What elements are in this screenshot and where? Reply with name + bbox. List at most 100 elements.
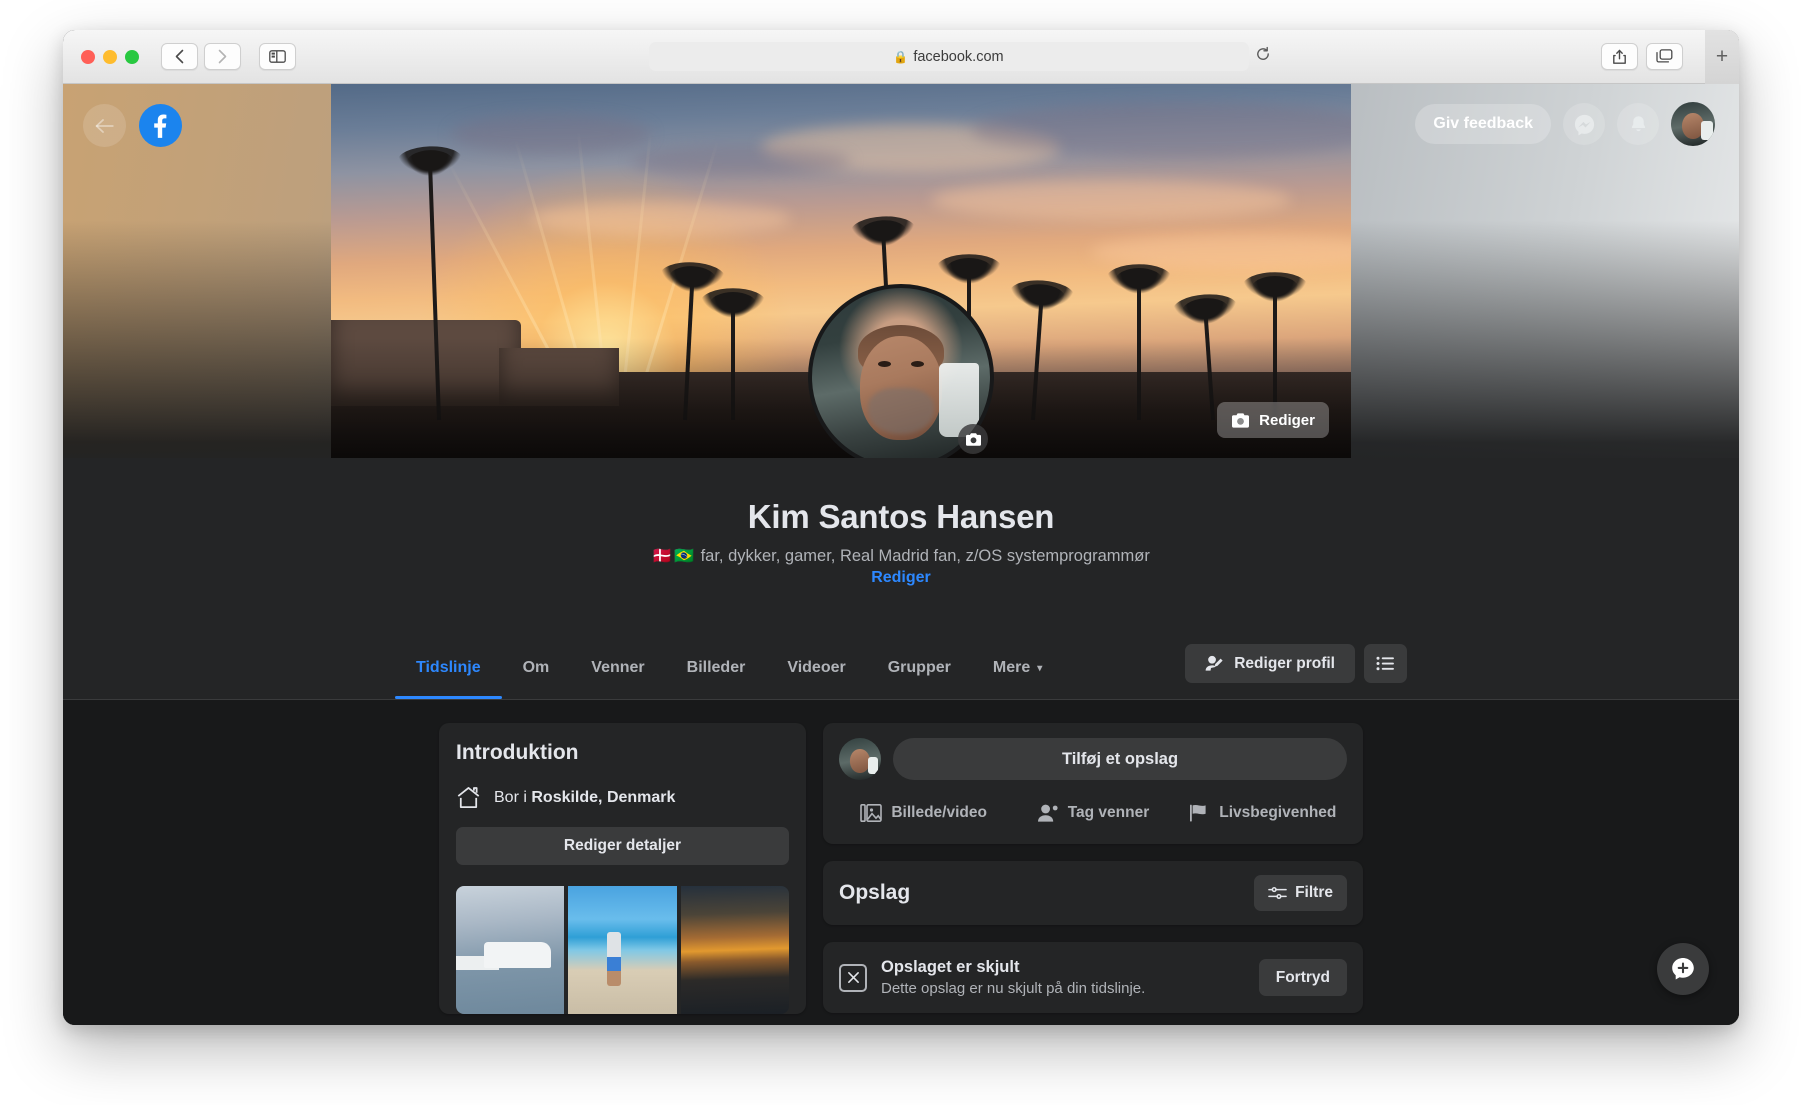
tab-videoer[interactable]: Videoer — [766, 637, 866, 699]
chevron-down-icon: ▾ — [1037, 663, 1042, 674]
facebook-logo-icon[interactable] — [139, 104, 182, 147]
close-window-button[interactable] — [81, 50, 95, 64]
page-back-button[interactable] — [83, 104, 126, 147]
posts-title: Opslag — [839, 881, 910, 905]
give-feedback-button[interactable]: Giv feedback — [1415, 104, 1551, 144]
composer-actions: Billede/video Tag venner L — [839, 794, 1347, 832]
maximize-window-button[interactable] — [125, 50, 139, 64]
new-tab-button[interactable]: + — [1705, 30, 1739, 84]
flag-icon — [1188, 803, 1210, 823]
tab-tidslinje[interactable]: Tidslinje — [395, 637, 502, 699]
tab-label: Tidslinje — [416, 659, 481, 677]
composer-action-label: Tag venner — [1068, 804, 1150, 822]
hidden-post-subtitle: Dette opslag er nu skjult på din tidslin… — [881, 980, 1245, 997]
photo-icon — [860, 803, 882, 823]
photo-boat[interactable] — [456, 886, 564, 1014]
tab-grupper[interactable]: Grupper — [867, 637, 972, 699]
profile-tabs-row: Tidslinje Om Venner Billeder Videoer Gru… — [63, 637, 1739, 699]
navigation-buttons[interactable] — [161, 43, 241, 70]
flag-brazil-icon: 🇧🇷 — [674, 548, 694, 565]
toolbar-right-tools: + — [1601, 30, 1725, 84]
tab-om[interactable]: Om — [502, 637, 571, 699]
tag-friends-icon — [1037, 803, 1059, 823]
edit-profile-photo-button[interactable] — [958, 424, 988, 454]
profile-bio-text: far, dykker, gamer, Real Madrid fan, z/O… — [701, 547, 1150, 565]
page-title: Kim Santos Hansen — [63, 498, 1739, 536]
sidebar-button[interactable] — [259, 43, 296, 70]
tab-label: Mere — [993, 659, 1030, 677]
profile-tab-actions: Rediger profil — [1185, 637, 1407, 699]
hidden-post-title: Opslaget er skjult — [881, 958, 1245, 977]
page-header-actions: Giv feedback — [1415, 102, 1715, 146]
home-icon — [456, 786, 481, 809]
post-composer-card: Tilføj et opslag Billede/video — [823, 723, 1363, 844]
profile-bio: 🇩🇰🇧🇷 far, dykker, gamer, Real Madrid fan… — [63, 546, 1739, 566]
tab-billeder[interactable]: Billeder — [666, 637, 767, 699]
edit-details-button[interactable]: Rediger detaljer — [456, 827, 789, 865]
edit-profile-label: Rediger profil — [1234, 655, 1335, 673]
filters-button[interactable]: Filtre — [1254, 875, 1347, 911]
bell-icon[interactable] — [1617, 103, 1659, 145]
tab-mere[interactable]: Mere ▾ — [972, 637, 1063, 699]
forward-button[interactable] — [204, 43, 241, 70]
lock-icon: 🔒 — [893, 50, 908, 64]
hidden-post-notice: Opslaget er skjult Dette opslag er nu sk… — [823, 942, 1363, 1013]
messenger-icon[interactable] — [1563, 103, 1605, 145]
browser-toolbar: 🔒 facebook.com + — [63, 30, 1739, 84]
right-column: Tilføj et opslag Billede/video — [823, 723, 1363, 1025]
composer-action-label: Billede/video — [891, 804, 987, 822]
profile-photo-container — [808, 284, 994, 470]
list-icon[interactable] — [1364, 644, 1407, 683]
url-bar-container: 🔒 facebook.com — [296, 42, 1601, 71]
window-controls[interactable] — [81, 50, 139, 64]
new-message-icon[interactable] — [1657, 943, 1709, 995]
browser-window: 🔒 facebook.com + — [63, 30, 1739, 1025]
lives-in-row: Bor i Roskilde, Denmark — [456, 786, 789, 809]
lives-place: Roskilde, Denmark — [531, 789, 675, 806]
introduction-card: Introduktion Bor i Roskilde, Denmark Red… — [439, 723, 806, 1014]
camera-icon — [1231, 412, 1250, 429]
add-photo-video-button[interactable]: Billede/video — [839, 794, 1008, 832]
x-box-icon — [839, 964, 867, 992]
lives-in-text: Bor i Roskilde, Denmark — [494, 789, 675, 807]
undo-button[interactable]: Fortryd — [1259, 959, 1347, 996]
tab-label: Videoer — [787, 659, 845, 677]
filters-label: Filtre — [1295, 884, 1333, 902]
flag-denmark-icon: 🇩🇰 — [652, 548, 672, 565]
profile-content: Introduktion Bor i Roskilde, Denmark Red… — [63, 701, 1739, 1025]
life-event-button[interactable]: Livsbegivenhed — [1178, 794, 1347, 832]
tab-label: Om — [523, 659, 550, 677]
edit-profile-button[interactable]: Rediger profil — [1185, 644, 1355, 683]
address-bar[interactable]: 🔒 facebook.com — [649, 42, 1249, 71]
back-button[interactable] — [161, 43, 198, 70]
minimize-window-button[interactable] — [103, 50, 117, 64]
photo-sunset[interactable] — [681, 886, 789, 1014]
avatar[interactable] — [1671, 102, 1715, 146]
avatar[interactable] — [839, 738, 881, 780]
photo-beach[interactable] — [568, 886, 676, 1014]
lives-prefix: Bor i — [494, 789, 527, 806]
tab-label: Grupper — [888, 659, 951, 677]
left-column: Introduktion Bor i Roskilde, Denmark Red… — [439, 723, 806, 1025]
create-post-input[interactable]: Tilføj et opslag — [893, 738, 1347, 780]
tab-venner[interactable]: Venner — [570, 637, 665, 699]
tab-label: Venner — [591, 659, 644, 677]
edit-profile-icon — [1205, 655, 1224, 672]
sliders-icon — [1268, 885, 1287, 901]
composer-action-label: Livsbegivenhed — [1219, 804, 1336, 822]
tab-overview-icon[interactable] — [1646, 43, 1683, 70]
intro-photo-strip — [456, 886, 789, 1014]
share-icon[interactable] — [1601, 43, 1638, 70]
url-text: facebook.com — [913, 49, 1003, 65]
tag-friends-button[interactable]: Tag venner — [1008, 794, 1177, 832]
give-feedback-label: Giv feedback — [1433, 115, 1533, 133]
edit-cover-photo-button[interactable]: Rediger — [1217, 402, 1329, 438]
tab-label: Billeder — [687, 659, 746, 677]
edit-cover-label: Rediger — [1259, 412, 1315, 429]
edit-bio-link[interactable]: Rediger — [63, 569, 1739, 587]
introduction-title: Introduktion — [456, 741, 789, 765]
reload-icon[interactable] — [1255, 46, 1271, 62]
facebook-page: Rediger Giv feedback — [63, 84, 1739, 1025]
posts-header-card: Opslag Filtre — [823, 861, 1363, 925]
profile-header: Kim Santos Hansen 🇩🇰🇧🇷 far, dykker, game… — [63, 458, 1739, 700]
